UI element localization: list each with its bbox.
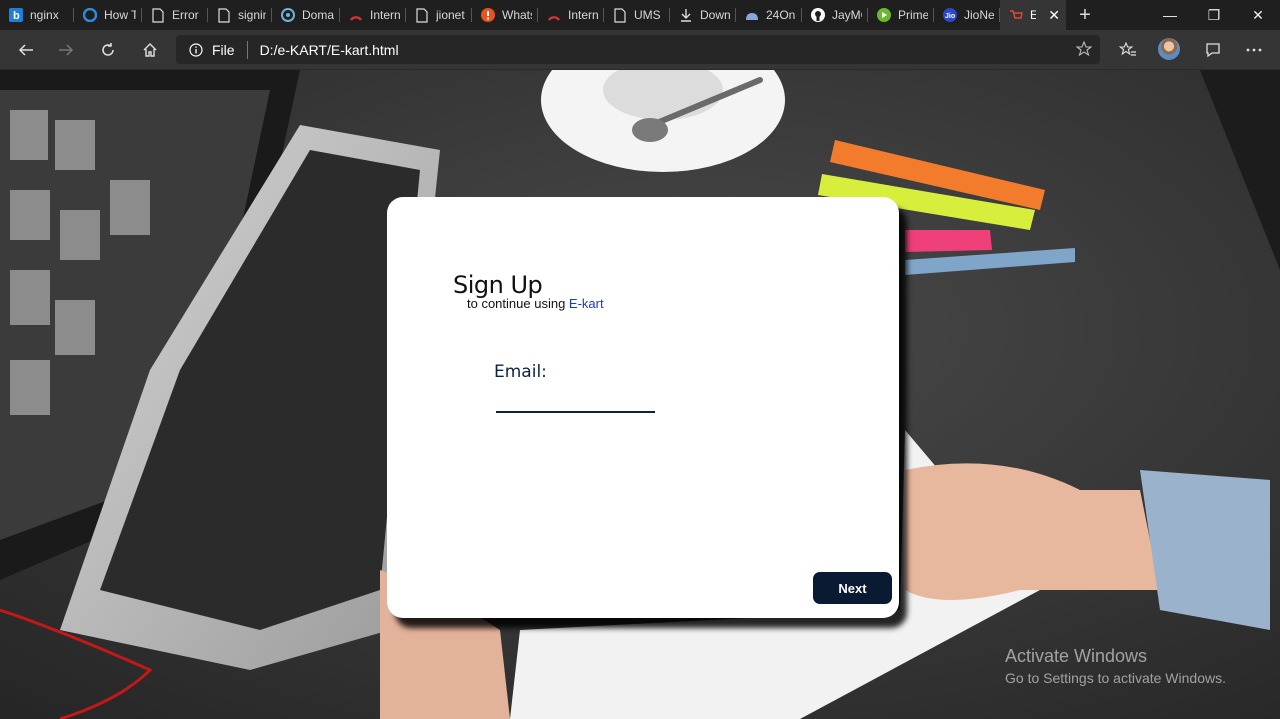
- watermark-title: Activate Windows: [1005, 646, 1148, 666]
- tab-ums[interactable]: UMS: [604, 0, 670, 30]
- new-tab-button[interactable]: +: [1070, 0, 1100, 30]
- tab-jaymc[interactable]: JayMC: [802, 0, 868, 30]
- cart-icon: [1008, 7, 1024, 23]
- page-title: Sign Up: [453, 271, 543, 299]
- page-icon: [612, 7, 628, 23]
- tab-title: Intern: [370, 8, 400, 22]
- tab-signin[interactable]: signin: [208, 0, 272, 30]
- tab-domain[interactable]: Domai: [272, 0, 340, 30]
- favorites-icon[interactable]: [1114, 36, 1142, 64]
- tab-jionet[interactable]: jionet: [406, 0, 472, 30]
- email-field[interactable]: [496, 385, 655, 413]
- page-icon: [150, 7, 166, 23]
- minimize-icon[interactable]: —: [1148, 0, 1192, 30]
- brand-name: E-kart: [568, 296, 604, 311]
- home-icon[interactable]: [136, 36, 164, 64]
- tab-title: Prime: [898, 8, 928, 22]
- page-icon: [216, 7, 232, 23]
- play-icon: [876, 7, 892, 23]
- favorite-star-icon[interactable]: [1075, 40, 1093, 60]
- signup-card: Sign Up to continue using E-kart Email: …: [387, 197, 899, 618]
- tab-title: UMS: [634, 8, 661, 22]
- tab-internet-2[interactable]: Intern: [538, 0, 604, 30]
- red-arc-icon: [546, 7, 562, 23]
- close-icon[interactable]: ✕: [1048, 8, 1060, 22]
- github-icon: [810, 7, 826, 23]
- watermark-subtitle: Go to Settings to activate Windows.: [1005, 670, 1226, 686]
- more-options-icon[interactable]: [1240, 36, 1268, 64]
- tab-title: Down: [700, 8, 730, 22]
- tab-title: How T: [104, 8, 136, 22]
- edge-icon: [82, 7, 98, 23]
- tab-title: Whats: [502, 8, 532, 22]
- divider: [246, 40, 248, 59]
- tab-title: Domai: [302, 8, 334, 22]
- tab-title: Error: [172, 8, 199, 22]
- tab-jionet-2[interactable]: Jio JioNet: [934, 0, 1000, 30]
- tab-internet-1[interactable]: Intern: [340, 0, 406, 30]
- info-icon[interactable]: [188, 42, 204, 58]
- tab-title: nginx: [30, 8, 59, 22]
- svg-text:b: b: [13, 10, 20, 22]
- tab-how-to[interactable]: How T: [74, 0, 142, 30]
- tab-title: JioNet: [964, 8, 994, 22]
- tab-24online[interactable]: 24Onl: [736, 0, 802, 30]
- tab-title: jionet: [436, 8, 465, 22]
- tab-downloads[interactable]: Down: [670, 0, 736, 30]
- navigation-bar: File D:/e-KART/E-kart.html: [0, 30, 1280, 70]
- window-close-icon[interactable]: ✕: [1236, 0, 1280, 30]
- profile-avatar[interactable]: [1158, 38, 1180, 60]
- red-arc-icon: [348, 7, 364, 23]
- url-scheme: File: [212, 41, 235, 58]
- back-icon[interactable]: [12, 36, 40, 64]
- tab-title: signin: [238, 8, 266, 22]
- subtitle-text: to continue using: [467, 296, 569, 311]
- feedback-icon[interactable]: [1199, 36, 1227, 64]
- alert-icon: [480, 7, 496, 23]
- maximize-icon[interactable]: ❐: [1192, 0, 1236, 30]
- download-icon: [678, 7, 694, 23]
- domain-icon: [280, 7, 296, 23]
- svg-text:Jio: Jio: [945, 13, 955, 20]
- address-bar[interactable]: File D:/e-KART/E-kart.html: [176, 35, 1100, 64]
- email-label: Email:: [494, 362, 547, 382]
- tab-whats[interactable]: Whats: [472, 0, 538, 30]
- next-button[interactable]: Next: [813, 572, 892, 604]
- tab-ekart[interactable]: E- ✕: [1000, 0, 1066, 30]
- cloud-icon: [744, 7, 760, 23]
- subtitle: to continue using E-kart: [467, 296, 604, 311]
- url-text[interactable]: D:/e-KART/E-kart.html: [260, 42, 399, 58]
- jio-icon: Jio: [942, 7, 958, 23]
- tab-title: 24Onl: [766, 8, 796, 22]
- tab-error[interactable]: Error: [142, 0, 208, 30]
- tab-prime[interactable]: Prime: [868, 0, 934, 30]
- tab-nginx[interactable]: b nginx: [0, 0, 74, 30]
- bing-icon: b: [8, 7, 24, 23]
- tab-title: JayMC: [832, 8, 862, 22]
- refresh-icon[interactable]: [94, 36, 122, 64]
- forward-icon[interactable]: [52, 36, 80, 64]
- page-icon: [414, 7, 430, 23]
- tab-strip: b nginx How T Error signin Domai Intern …: [0, 0, 1280, 30]
- page-viewport: Sign Up to continue using E-kart Email: …: [0, 70, 1280, 719]
- window-controls: — ❐ ✕: [1148, 0, 1280, 30]
- tab-title: E-: [1030, 8, 1037, 22]
- tab-title: Intern: [568, 8, 598, 22]
- activation-watermark: Activate Windows Go to Settings to activ…: [1005, 646, 1226, 686]
